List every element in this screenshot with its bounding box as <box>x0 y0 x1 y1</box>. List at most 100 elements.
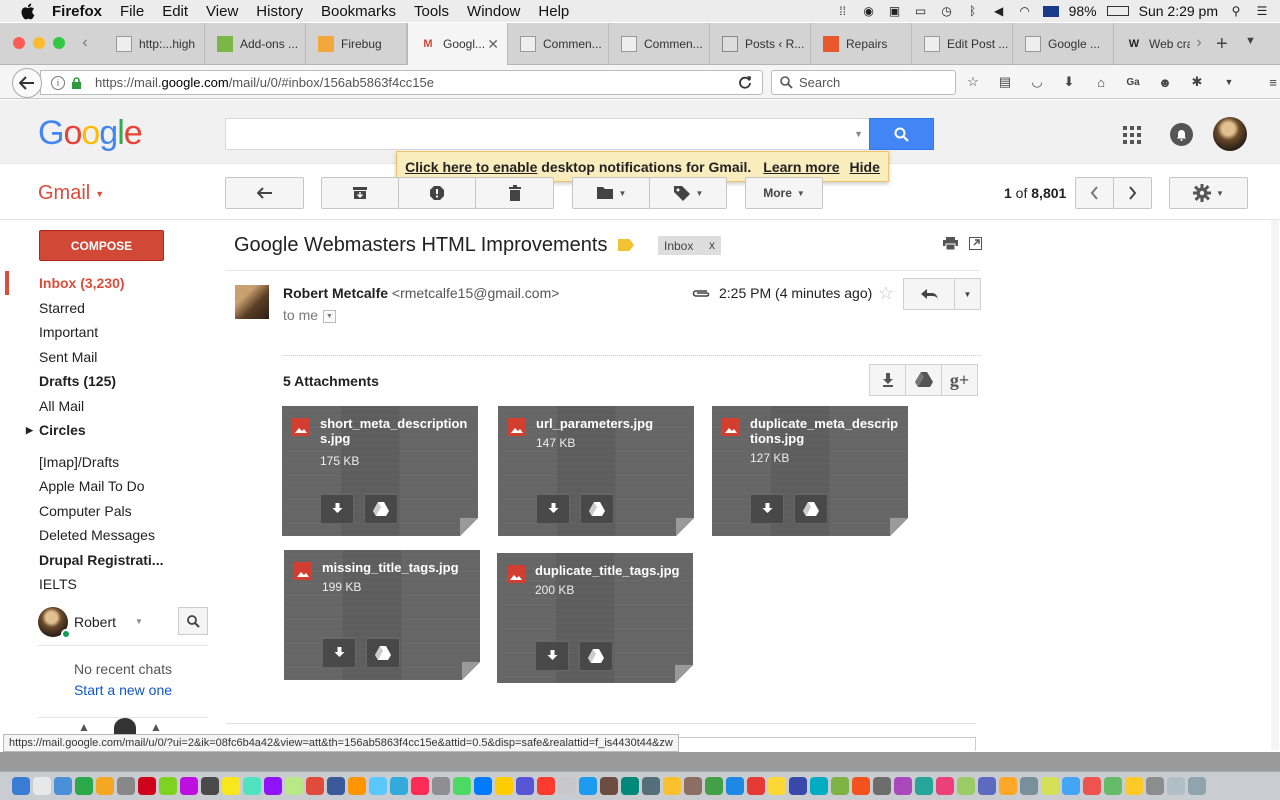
site-info-icon[interactable]: i <box>51 75 65 90</box>
attachment-card[interactable]: missing_title_tags.jpg 199 KB <box>284 550 480 680</box>
download-attachment-button[interactable] <box>320 494 354 524</box>
dock-app-icon[interactable] <box>558 777 576 795</box>
labels-button[interactable]: ▼ <box>649 177 727 209</box>
dock-app-icon[interactable] <box>705 777 723 795</box>
expand-triangle-icon[interactable]: ▶ <box>26 418 33 442</box>
dock-app-icon[interactable] <box>537 777 555 795</box>
nav-folder-drafts-125[interactable]: Drafts (125) <box>0 369 210 394</box>
nav-folder-apple-mail-to-do[interactable]: Apple Mail To Do <box>0 474 210 499</box>
menu-file[interactable]: File <box>120 3 144 20</box>
sender-name[interactable]: Robert Metcalfe <box>283 285 388 301</box>
save-to-drive-button[interactable] <box>794 494 828 524</box>
browser-search-field[interactable]: Search <box>771 70 956 95</box>
tab-10[interactable]: W Web cra <box>1114 23 1190 65</box>
archive-button[interactable] <box>321 177 399 209</box>
tab-7[interactable]: Repairs <box>811 23 912 65</box>
dock-app-icon[interactable] <box>642 777 660 795</box>
learn-more-link[interactable]: Learn more <box>763 159 839 175</box>
tab-6[interactable]: Posts ‹ R... <box>710 23 811 65</box>
attachment-card[interactable]: duplicate_meta_descriptions.jpg 127 KB <box>712 406 908 536</box>
apple-icon[interactable] <box>20 3 38 20</box>
dock-app-icon[interactable] <box>810 777 828 795</box>
bluetooth-icon[interactable]: ᛒ <box>965 4 981 18</box>
download-attachment-button[interactable] <box>536 494 570 524</box>
dock-app-icon[interactable] <box>432 777 450 795</box>
menu-window[interactable]: Window <box>467 3 520 20</box>
move-to-button[interactable]: ▼ <box>572 177 650 209</box>
attachment-card[interactable]: duplicate_title_tags.jpg 200 KB <box>497 553 693 683</box>
dock-app-icon[interactable] <box>75 777 93 795</box>
url-bar[interactable]: i https://mail.google.com/mail/u/0/#inbo… <box>40 70 763 95</box>
menu-edit[interactable]: Edit <box>162 3 188 20</box>
menubar-clock[interactable]: Sun 2:29 pm <box>1139 3 1218 19</box>
google-logo[interactable]: Google <box>38 114 143 153</box>
dock-app-icon[interactable] <box>684 777 702 795</box>
download-all-button[interactable] <box>869 364 906 396</box>
dock-app-icon[interactable] <box>117 777 135 795</box>
tab-scroll-left-icon[interactable]: ‹ <box>78 35 92 51</box>
dock-app-icon[interactable] <box>96 777 114 795</box>
tab-3[interactable]: M Googl... ✕ <box>407 23 508 65</box>
nav-folder-circles[interactable]: ▶ Circles <box>0 418 210 443</box>
dock-app-icon[interactable] <box>957 777 975 795</box>
older-message-button[interactable] <box>1113 177 1152 209</box>
dock-app-icon[interactable] <box>411 777 429 795</box>
analytics-addon-icon[interactable]: Ga <box>1122 71 1144 93</box>
phone-tab-icon[interactable]: ▲ <box>150 720 162 734</box>
nav-folder-inbox-3-230[interactable]: Inbox (3,230) <box>0 271 210 296</box>
window-zoom-button[interactable] <box>53 37 65 49</box>
volume-icon[interactable]: ◀ <box>991 4 1007 18</box>
dock-app-icon[interactable] <box>1020 777 1038 795</box>
dock-app-icon[interactable] <box>201 777 219 795</box>
tab-list-menu-icon[interactable]: ▼ <box>1245 35 1256 47</box>
save-to-drive-button[interactable] <box>364 494 398 524</box>
dock-app-icon[interactable] <box>663 777 681 795</box>
dock-app-icon[interactable] <box>600 777 618 795</box>
more-actions-button[interactable]: More ▼ <box>745 177 823 209</box>
attachment-card[interactable]: url_parameters.jpg 147 KB <box>498 406 694 536</box>
share-google-plus-button[interactable]: g+ <box>941 364 978 396</box>
notification-center-icon[interactable]: ☰ <box>1254 4 1270 18</box>
bookmark-star-icon[interactable]: ☆ <box>962 71 984 93</box>
google-apps-icon[interactable] <box>1123 126 1141 144</box>
dock-app-icon[interactable] <box>831 777 849 795</box>
nav-folder-starred[interactable]: Starred <box>0 296 210 321</box>
wifi-icon[interactable]: ◠ <box>1017 4 1033 18</box>
spotlight-icon[interactable]: ⚲ <box>1228 4 1244 18</box>
nav-folder-drupal-registrati[interactable]: Drupal Registrati... <box>0 548 210 573</box>
nav-folder-sent-mail[interactable]: Sent Mail <box>0 345 210 370</box>
inbox-label-chip[interactable]: Inbox x <box>658 236 721 255</box>
menu-view[interactable]: View <box>206 3 238 20</box>
dock-app-icon[interactable] <box>33 777 51 795</box>
gmail-app-switcher[interactable]: Gmail ▼ <box>38 182 104 205</box>
download-attachment-button[interactable] <box>750 494 784 524</box>
attachment-card[interactable]: short_meta_descriptions.jpg 175 KB <box>282 406 478 536</box>
start-new-chat-link[interactable]: Start a new one <box>38 682 208 698</box>
download-attachment-button[interactable] <box>322 638 356 668</box>
close-tab-icon[interactable]: ✕ <box>487 36 499 53</box>
url-text[interactable]: https://mail.google.com/mail/u/0/#inbox/… <box>95 75 434 90</box>
dock-app-icon[interactable] <box>453 777 471 795</box>
bookmarks-list-icon[interactable]: ▤ <box>994 71 1016 93</box>
dock-app-icon[interactable] <box>306 777 324 795</box>
nav-folder-imap-drafts[interactable]: [Imap]/Drafts <box>0 450 210 475</box>
menu-help[interactable]: Help <box>538 3 569 20</box>
importance-marker-icon[interactable] <box>618 239 634 251</box>
hide-notification-link[interactable]: Hide <box>850 159 880 175</box>
dock-app-icon[interactable] <box>936 777 954 795</box>
chat-user-name[interactable]: Robert <box>74 614 116 630</box>
dock-app-icon[interactable] <box>285 777 303 795</box>
save-to-drive-button[interactable] <box>579 641 613 671</box>
dock-app-icon[interactable] <box>348 777 366 795</box>
tab-0[interactable]: http:...high <box>104 23 205 65</box>
dock-app-icon[interactable] <box>768 777 786 795</box>
menu-app-name[interactable]: Firefox <box>52 3 102 20</box>
flag-icon[interactable] <box>1042 5 1059 17</box>
dock-app-icon[interactable] <box>222 777 240 795</box>
window-close-button[interactable] <box>13 37 25 49</box>
menu-bookmarks[interactable]: Bookmarks <box>321 3 396 20</box>
dock-app-icon[interactable] <box>999 777 1017 795</box>
dock-app-icon[interactable] <box>1125 777 1143 795</box>
newer-message-button[interactable] <box>1075 177 1114 209</box>
dock-app-icon[interactable] <box>852 777 870 795</box>
